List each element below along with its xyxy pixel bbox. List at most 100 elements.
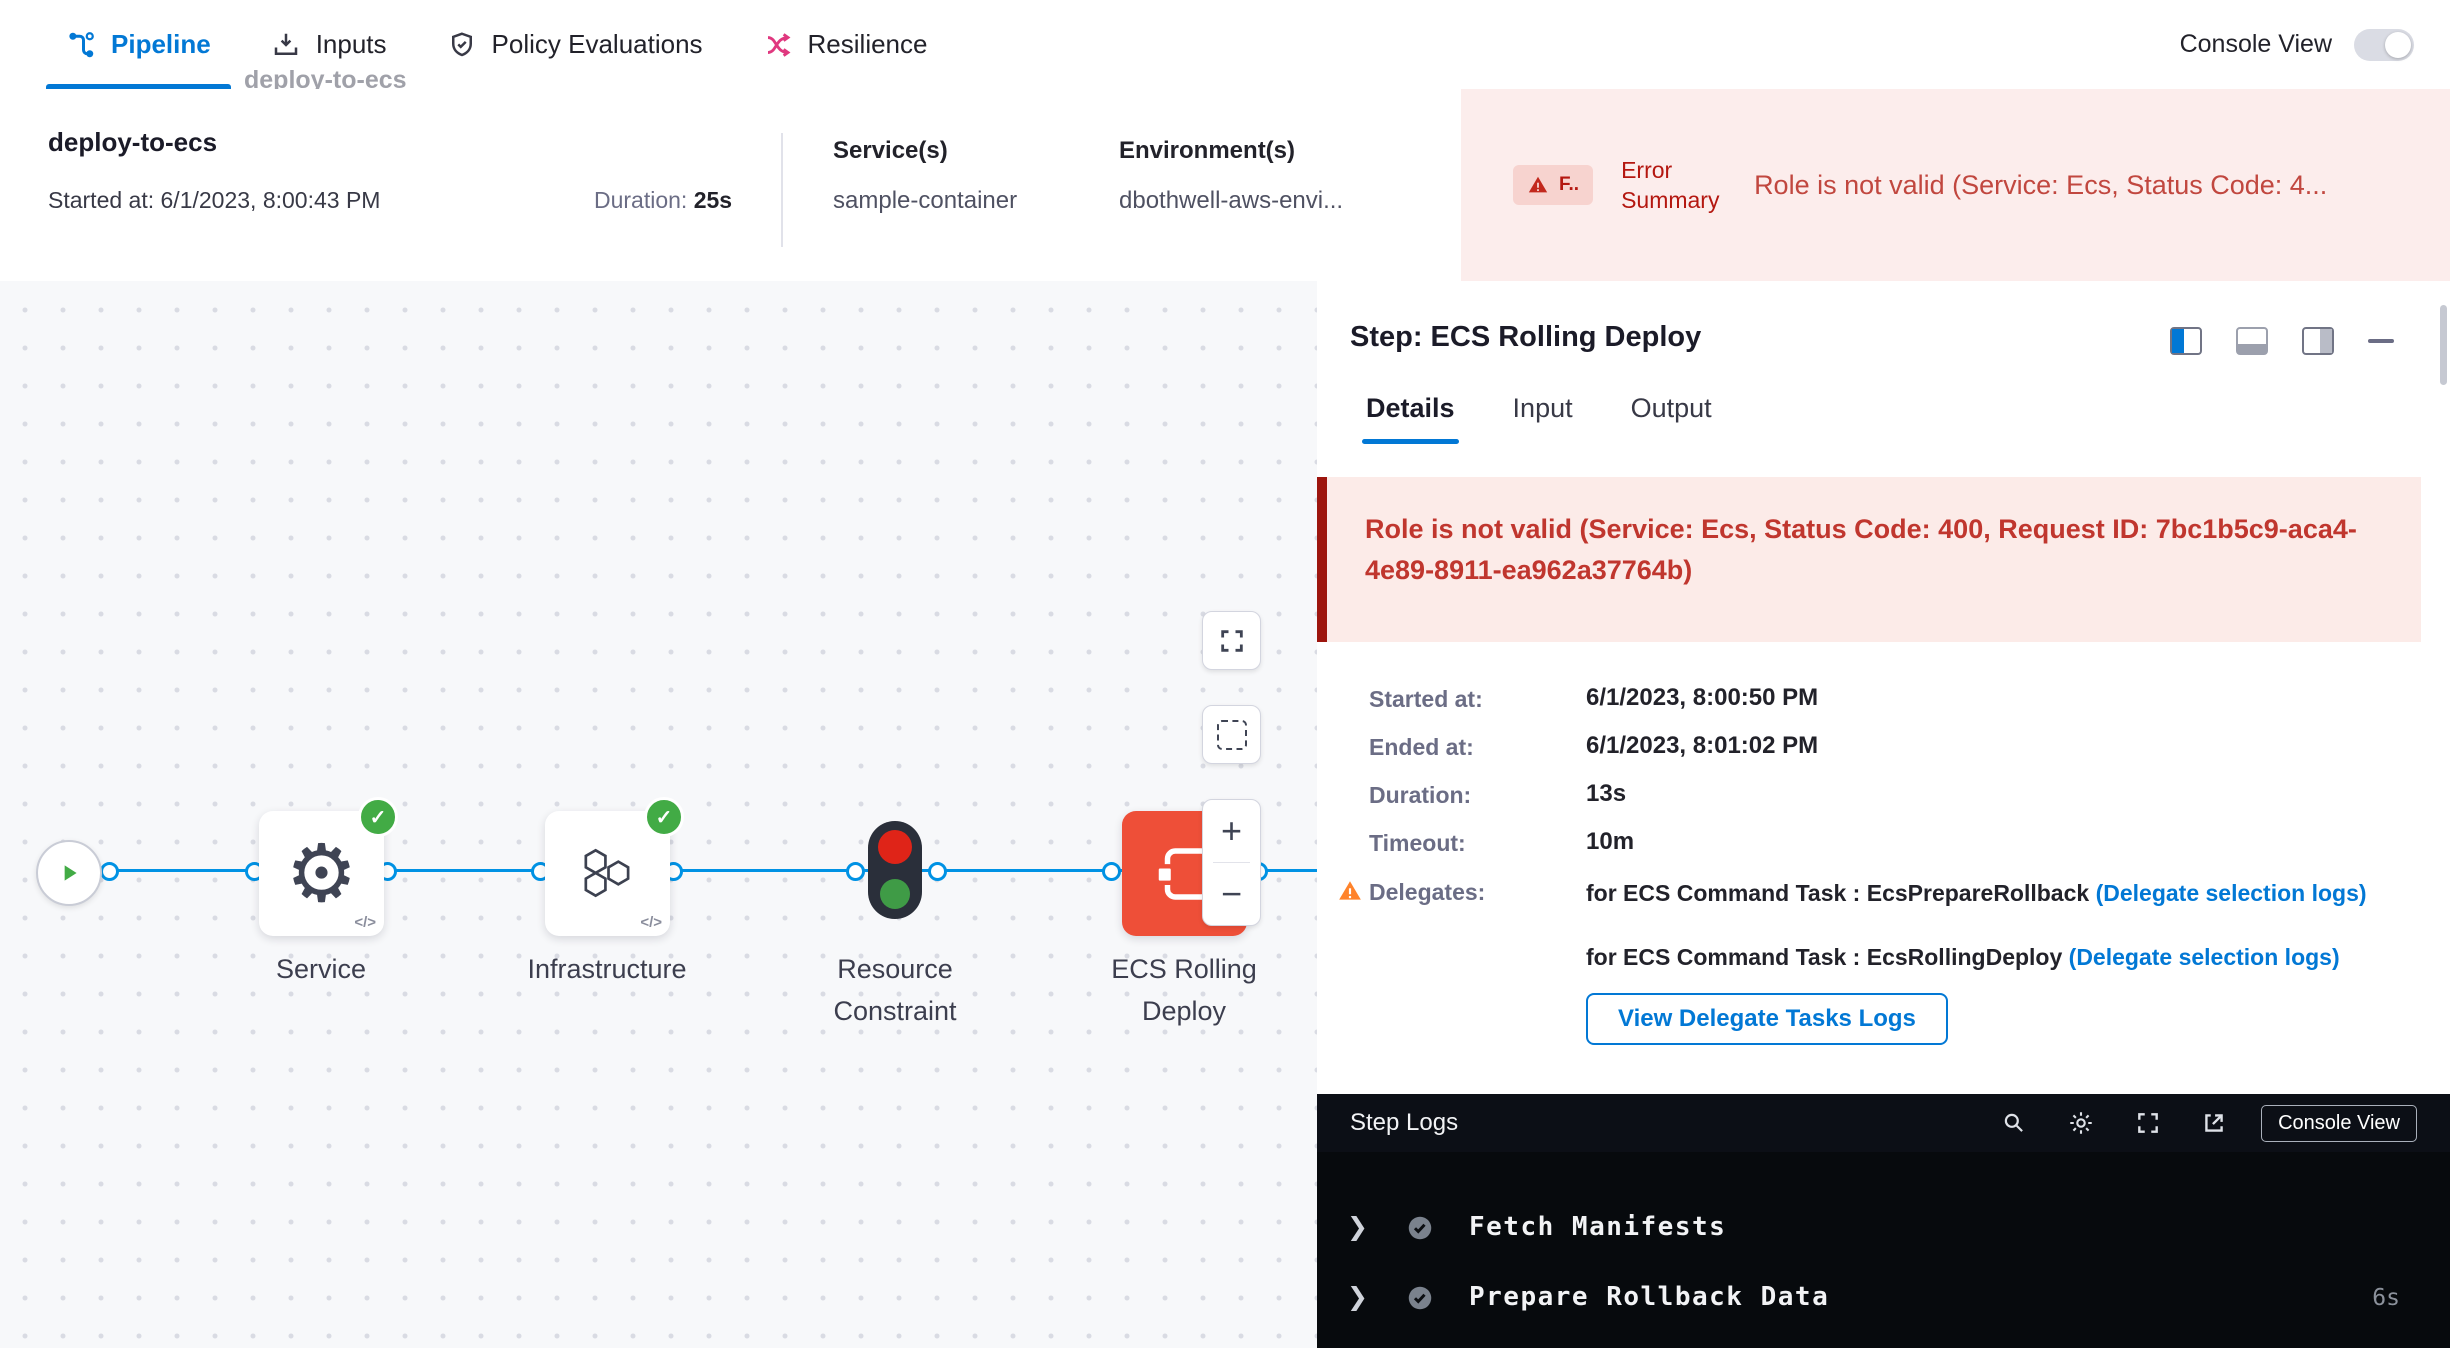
- services-column: Service(s) sample-container: [833, 137, 1017, 215]
- code-icon: </>: [354, 914, 376, 931]
- services-value[interactable]: sample-container: [833, 187, 1017, 215]
- chevron-right-icon[interactable]: ❯: [1347, 1212, 1368, 1242]
- node-infrastructure[interactable]: ✓ </>: [545, 811, 670, 936]
- logs-external-link-icon[interactable]: [2201, 1110, 2227, 1136]
- top-nav: deploy-to-ecs Pipeline Inputs Policy Eva…: [0, 0, 2450, 91]
- step-error-message: Role is not valid (Service: Ecs, Status …: [1317, 477, 2421, 642]
- resilience-icon: [763, 30, 793, 60]
- nav-tabs: Pipeline Inputs Policy Evaluations Resil…: [36, 0, 957, 89]
- pipeline-start-node[interactable]: [36, 840, 102, 906]
- success-check-icon: ✓: [644, 797, 684, 837]
- canvas-fullscreen-button[interactable]: [1202, 611, 1261, 670]
- logs-settings-icon[interactable]: [2067, 1109, 2095, 1137]
- log-section-title: Fetch Manifests: [1469, 1212, 1726, 1242]
- header-divider: [781, 133, 783, 247]
- chevron-right-icon[interactable]: ❯: [1347, 1282, 1368, 1312]
- step-logs-title: Step Logs: [1350, 1109, 1458, 1137]
- delegate-entry: for ECS Command Task : EcsRollingDeploy …: [1586, 941, 2386, 974]
- detail-label-started: Started at:: [1369, 686, 1483, 713]
- panel-layout-controls: [2170, 327, 2394, 355]
- shield-check-icon: [447, 30, 477, 60]
- panel-scrollbar[interactable]: [2440, 305, 2447, 385]
- services-label: Service(s): [833, 137, 1017, 165]
- detail-label-ended: Ended at:: [1369, 734, 1474, 761]
- detail-value-duration: 13s: [1586, 780, 1626, 808]
- tab-policy-evaluations[interactable]: Policy Evaluations: [417, 0, 733, 89]
- log-line[interactable]: ❯ Prepare Rollback Data 6s: [1317, 1278, 2450, 1322]
- error-summary-message: Role is not valid (Service: Ecs, Status …: [1754, 170, 2450, 201]
- step-tabs: Details Input Output: [1366, 393, 1712, 444]
- zoom-out-button[interactable]: −: [1203, 863, 1260, 925]
- logs-fullscreen-icon[interactable]: [2135, 1110, 2161, 1136]
- delegate-entry-text: for ECS Command Task : EcsRollingDeploy: [1586, 944, 2069, 970]
- layout-left-fill: [2172, 329, 2184, 353]
- zoom-in-button[interactable]: +: [1203, 800, 1260, 862]
- tab-pipeline[interactable]: Pipeline: [36, 0, 241, 89]
- delegate-selection-logs-link[interactable]: (Delegate selection logs): [2096, 880, 2367, 906]
- pipeline-canvas[interactable]: ⚙ ✓ </> Service ✓ </> Infrastructure Res…: [0, 281, 1319, 1348]
- log-success-icon: [1405, 1283, 1435, 1313]
- tab-pipeline-label: Pipeline: [111, 29, 211, 60]
- environments-value[interactable]: dbothwell-aws-envi...: [1119, 187, 1343, 215]
- canvas-select-button[interactable]: [1202, 705, 1261, 764]
- step-details-panel: Step: ECS Rolling Deploy Details Input O…: [1317, 281, 2450, 1348]
- step-logs-body[interactable]: ❯ Fetch Manifests ❯ Prepare Rollback Dat…: [1317, 1152, 2450, 1348]
- app-root: deploy-to-ecs Pipeline Inputs Policy Eva…: [0, 0, 2450, 1348]
- tab-resilience[interactable]: Resilience: [733, 0, 958, 89]
- duration: Duration: 25s: [594, 187, 732, 214]
- started-at: Started at: 6/1/2023, 8:00:43 PM: [48, 187, 380, 214]
- nav-right: Console View: [2180, 0, 2414, 89]
- play-icon: [56, 860, 82, 886]
- detail-value-timeout: 10m: [1586, 828, 1634, 856]
- log-section-title: Prepare Rollback Data: [1469, 1282, 1829, 1312]
- delegates-warning-icon: [1337, 878, 1363, 904]
- canvas-zoom-controls: + −: [1202, 799, 1261, 926]
- step-logs-header: Step Logs Console View: [1317, 1094, 2450, 1152]
- node-label-ecs-rolling-deploy: ECS Rolling Deploy: [1069, 949, 1299, 1033]
- node-label-service: Service: [206, 949, 436, 991]
- traffic-light-red-icon: [878, 830, 912, 864]
- pipeline-name: deploy-to-ecs: [48, 127, 217, 158]
- tab-inputs[interactable]: Inputs: [241, 0, 417, 89]
- traffic-light-green-icon: [880, 879, 910, 909]
- failed-badge: F..: [1513, 165, 1593, 205]
- tab-output[interactable]: Output: [1631, 393, 1712, 444]
- logs-search-icon[interactable]: [2001, 1110, 2027, 1136]
- view-delegate-tasks-logs-button[interactable]: View Delegate Tasks Logs: [1586, 993, 1948, 1045]
- started-at-value: 6/1/2023, 8:00:43 PM: [161, 187, 381, 213]
- duration-label: Duration:: [594, 187, 687, 213]
- console-view-toggle[interactable]: [2354, 29, 2414, 61]
- fullscreen-icon: [1218, 627, 1246, 655]
- tab-policy-evaluations-label: Policy Evaluations: [492, 29, 703, 60]
- tab-details[interactable]: Details: [1366, 393, 1455, 444]
- hexagons-icon: [575, 844, 641, 904]
- delegate-selection-logs-link[interactable]: (Delegate selection logs): [2069, 944, 2340, 970]
- delegate-entry: for ECS Command Task : EcsPrepareRollbac…: [1586, 877, 2386, 910]
- log-success-icon: [1405, 1213, 1435, 1243]
- success-check-icon: ✓: [358, 797, 398, 837]
- layout-left-icon[interactable]: [2170, 327, 2202, 355]
- detail-label-timeout: Timeout:: [1369, 830, 1466, 857]
- execution-header: deploy-to-ecs Started at: 6/1/2023, 8:00…: [0, 89, 2450, 283]
- error-summary-section: F.. Error Summary Role is not valid (Ser…: [1461, 89, 2450, 281]
- detail-value-ended: 6/1/2023, 8:01:02 PM: [1586, 732, 1818, 760]
- gear-icon: ⚙: [286, 834, 358, 914]
- detail-label-delegates: Delegates:: [1369, 879, 1485, 906]
- node-label-infrastructure: Infrastructure: [492, 949, 722, 991]
- layout-right-icon[interactable]: [2302, 327, 2334, 355]
- error-summary-label: Error Summary: [1621, 155, 1726, 216]
- node-service[interactable]: ⚙ ✓ </>: [259, 811, 384, 936]
- log-line[interactable]: ❯ Fetch Manifests: [1317, 1208, 2450, 1252]
- layout-bottom-icon[interactable]: [2236, 327, 2268, 355]
- environments-label: Environment(s): [1119, 137, 1343, 165]
- warning-icon: [1527, 174, 1549, 196]
- node-label-resource-constraint: Resource Constraint: [780, 949, 1010, 1033]
- connector-dot: [1102, 862, 1121, 881]
- tab-resilience-label: Resilience: [808, 29, 928, 60]
- collapse-panel-icon[interactable]: [2368, 339, 2394, 343]
- node-resource-constraint[interactable]: [868, 821, 922, 919]
- tab-input[interactable]: Input: [1513, 393, 1573, 444]
- log-section-duration: 6s: [2372, 1285, 2400, 1311]
- marquee-icon: [1217, 720, 1247, 750]
- logs-console-view-button[interactable]: Console View: [2261, 1105, 2417, 1142]
